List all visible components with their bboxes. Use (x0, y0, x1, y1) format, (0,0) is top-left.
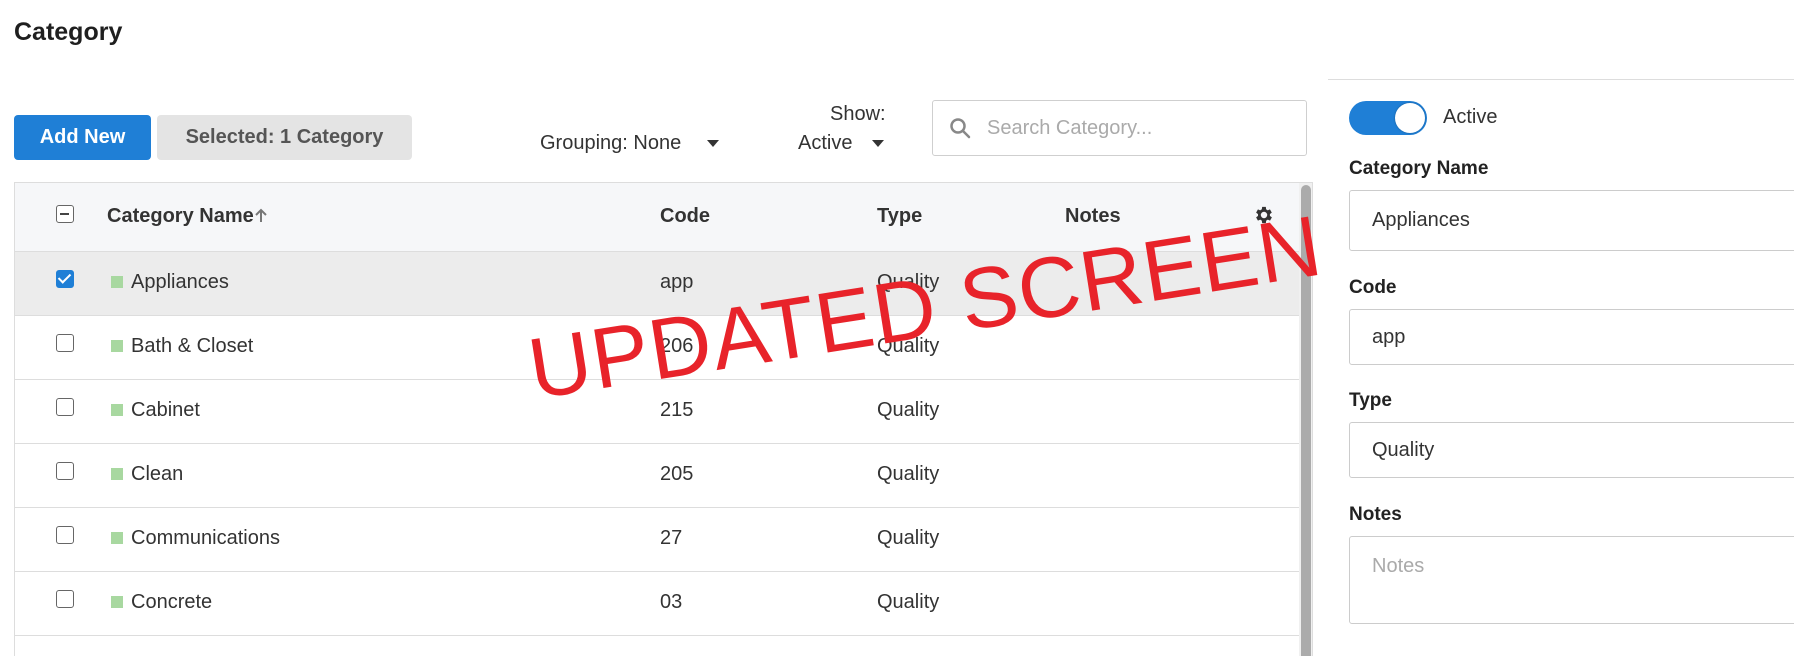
category-table: Category Name Code Type Notes Appliances… (14, 182, 1313, 656)
cell-code: 215 (660, 399, 694, 421)
category-color-swatch (111, 532, 123, 544)
cell-category-name: Concrete (131, 591, 213, 613)
page-title: Category (14, 18, 123, 46)
category-name-label: Category Name (1349, 158, 1489, 179)
show-filter-value: Active (798, 132, 853, 154)
chevron-down-icon (707, 140, 720, 147)
cell-category-name: Cabinet (131, 399, 200, 421)
table-row[interactable]: Cabinet 215 Quality (15, 380, 1299, 444)
category-name-field[interactable] (1349, 190, 1794, 251)
active-toggle[interactable] (1349, 101, 1427, 135)
search-box[interactable] (932, 100, 1307, 156)
type-label: Type (1349, 390, 1392, 411)
cell-type: Quality (877, 463, 940, 485)
cell-category-name: Communications (131, 527, 280, 549)
table-row[interactable]: Concrete 03 Quality (15, 572, 1299, 636)
row-checkbox[interactable] (56, 462, 74, 480)
row-checkbox[interactable] (56, 526, 74, 544)
cell-type: Quality (877, 399, 940, 421)
search-input[interactable] (987, 116, 1287, 140)
table-row[interactable]: Bath & Closet 206 Quality (15, 316, 1299, 380)
scrollbar-thumb[interactable] (1301, 185, 1311, 656)
chevron-down-icon (872, 140, 885, 147)
row-checkbox[interactable] (56, 270, 74, 288)
cell-category-name: Appliances (131, 271, 229, 293)
cell-category-name: Bath & Closet (131, 335, 254, 357)
sort-ascending-icon (255, 208, 267, 222)
selected-count-button[interactable]: Selected: 1 Category (157, 115, 412, 160)
search-icon (950, 118, 971, 139)
cell-type: Quality (877, 527, 940, 549)
add-new-button[interactable]: Add New (14, 115, 151, 160)
category-color-swatch (111, 468, 123, 480)
cell-code: app (660, 271, 694, 293)
show-filter-dropdown[interactable]: Active (798, 132, 885, 155)
table-scrollbar[interactable] (1299, 183, 1312, 656)
cell-type: Quality (877, 335, 940, 357)
grouping-label: Grouping: None (540, 132, 682, 154)
table-row[interactable]: Appliances app Quality (15, 252, 1299, 316)
show-label: Show: (830, 103, 886, 125)
cell-code: 206 (660, 335, 694, 357)
table-header: Category Name Code Type Notes (15, 183, 1299, 252)
category-color-swatch (111, 404, 123, 416)
gear-icon[interactable] (1253, 204, 1275, 226)
toggle-knob (1395, 103, 1425, 133)
grouping-dropdown[interactable]: Grouping: None (540, 132, 720, 155)
cell-code: 27 (660, 527, 683, 549)
table-row[interactable]: Clean 205 Quality (15, 444, 1299, 508)
column-header-code[interactable]: Code (660, 205, 710, 228)
cell-code: 03 (660, 591, 683, 613)
active-toggle-label: Active (1443, 106, 1498, 128)
cell-category-name: Clean (131, 463, 184, 485)
cell-type: Quality (877, 271, 940, 293)
code-field[interactable] (1349, 309, 1794, 365)
category-color-swatch (111, 276, 123, 288)
column-header-notes[interactable]: Notes (1065, 205, 1121, 228)
type-select[interactable]: Quality (1349, 422, 1794, 478)
row-checkbox[interactable] (56, 334, 74, 352)
row-checkbox[interactable] (56, 590, 74, 608)
detail-panel: Active Category Name Code Type Quality N… (1328, 79, 1794, 656)
category-color-swatch (111, 596, 123, 608)
cell-type: Quality (877, 591, 940, 613)
column-header-category-name[interactable]: Category Name (107, 205, 268, 228)
category-color-swatch (111, 340, 123, 352)
code-label: Code (1349, 277, 1397, 298)
notes-label: Notes (1349, 504, 1402, 525)
select-all-checkbox[interactable] (56, 205, 74, 223)
cell-code: 205 (660, 463, 694, 485)
notes-field[interactable] (1349, 536, 1794, 624)
type-select-value: Quality (1372, 438, 1435, 461)
column-header-type[interactable]: Type (877, 205, 922, 228)
row-checkbox[interactable] (56, 398, 74, 416)
table-row[interactable]: Communications 27 Quality (15, 508, 1299, 572)
